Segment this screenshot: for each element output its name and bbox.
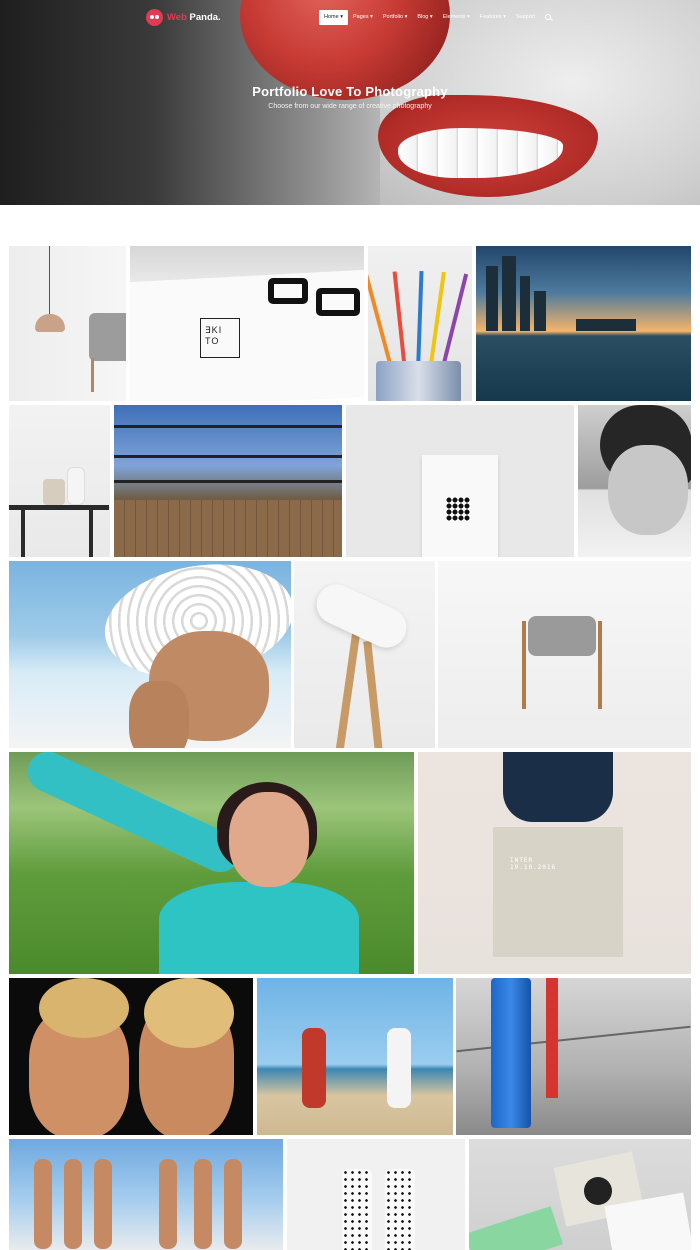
card-logo: ∃KI TO bbox=[200, 318, 240, 358]
lamp-cord bbox=[49, 246, 50, 316]
tower bbox=[520, 276, 530, 331]
lamp-leg bbox=[335, 631, 361, 748]
tower bbox=[502, 256, 516, 331]
gallery-item-bottles[interactable] bbox=[287, 1139, 465, 1250]
arm bbox=[129, 681, 189, 748]
nav-item-portfolio[interactable]: Portfolio ▾ bbox=[378, 10, 412, 25]
red-clothespin bbox=[546, 978, 558, 1098]
person-torso bbox=[503, 752, 613, 822]
railing bbox=[114, 425, 342, 428]
railing bbox=[114, 480, 342, 483]
gallery-item-beach[interactable] bbox=[257, 978, 453, 1135]
chair-legs bbox=[91, 358, 126, 392]
person-red-swimsuit bbox=[302, 1028, 326, 1108]
person bbox=[94, 1159, 112, 1249]
search-icon[interactable] bbox=[542, 10, 554, 25]
tower bbox=[534, 291, 546, 331]
blue-clothespin bbox=[491, 978, 531, 1128]
tote-bag bbox=[493, 827, 623, 957]
gallery-item-group[interactable] bbox=[9, 1139, 283, 1250]
gallery-item-stationery[interactable] bbox=[469, 1139, 691, 1250]
bottle bbox=[385, 1169, 415, 1250]
table-leg bbox=[21, 509, 25, 557]
hero-title: Portfolio Love To Photography bbox=[252, 84, 448, 99]
nav-item-features[interactable]: Features ▾ bbox=[475, 10, 511, 25]
person bbox=[194, 1159, 212, 1249]
site-logo[interactable]: Web Panda. bbox=[146, 8, 221, 26]
main-nav: Home ▾ Pages ▾ Portfolio ▾ Blog ▾ Elemen… bbox=[319, 10, 554, 25]
lamp-shade bbox=[35, 314, 65, 332]
gallery-item-pier[interactable] bbox=[114, 405, 342, 557]
brush bbox=[416, 270, 424, 372]
face bbox=[229, 792, 309, 887]
gallery-item-field[interactable] bbox=[9, 752, 414, 974]
tower bbox=[576, 319, 636, 331]
dot-grid bbox=[446, 497, 470, 521]
pier-deck bbox=[114, 500, 342, 557]
hero-subtitle: Choose from our wide range of creative p… bbox=[268, 103, 432, 110]
nav-item-blog[interactable]: Blog ▾ bbox=[412, 10, 437, 25]
hair bbox=[39, 978, 129, 1038]
shirt bbox=[159, 882, 359, 974]
brush-jar bbox=[376, 361, 461, 401]
person bbox=[64, 1159, 82, 1249]
jar bbox=[43, 479, 65, 505]
gallery-item-portrait[interactable] bbox=[578, 405, 691, 557]
nav-item-support[interactable]: Support bbox=[511, 10, 540, 25]
nav-item-home[interactable]: Home ▾ bbox=[319, 10, 348, 25]
gallery-item-desk-lamp[interactable] bbox=[294, 561, 435, 748]
outstretched-arm bbox=[21, 752, 247, 879]
lamp-leg bbox=[363, 640, 383, 748]
gallery-item-sun-hat[interactable] bbox=[9, 561, 291, 748]
bottle bbox=[342, 1169, 372, 1250]
nav-item-pages[interactable]: Pages ▾ bbox=[348, 10, 378, 25]
gallery-item-business-card[interactable]: ∃KI TO bbox=[130, 246, 364, 401]
gallery-item-armchair[interactable] bbox=[438, 561, 691, 748]
gallery-item-dot-card[interactable] bbox=[346, 405, 574, 557]
person bbox=[34, 1159, 52, 1249]
lamp-head bbox=[309, 577, 414, 655]
gallery-item-city[interactable] bbox=[476, 246, 691, 401]
face bbox=[608, 445, 688, 535]
person bbox=[224, 1159, 242, 1249]
brush bbox=[440, 273, 469, 372]
green-card bbox=[469, 1206, 563, 1250]
gallery-item-bikini[interactable] bbox=[9, 978, 253, 1135]
card-logo bbox=[584, 1177, 612, 1205]
chair-seat bbox=[528, 616, 596, 656]
nav-item-elements[interactable]: Elements ▾ bbox=[438, 10, 475, 25]
vase bbox=[67, 467, 85, 505]
hero-banner: Portfolio Love To Photography Choose fro… bbox=[0, 0, 700, 205]
person bbox=[159, 1159, 177, 1249]
brush bbox=[368, 273, 394, 372]
gallery-item-clothespin[interactable] bbox=[456, 978, 691, 1135]
gallery-item-tote[interactable]: INTER 19.10.2016 bbox=[418, 752, 691, 974]
gallery-item-lamp[interactable] bbox=[9, 246, 126, 401]
tote-text: INTER 19.10.2016 bbox=[510, 857, 557, 871]
hair bbox=[144, 978, 234, 1048]
glasses-lens-right bbox=[316, 288, 360, 316]
gallery-item-vase[interactable] bbox=[9, 405, 110, 557]
glasses-lens-left bbox=[268, 278, 308, 304]
armchair bbox=[89, 313, 126, 361]
gallery-item-brushes[interactable] bbox=[368, 246, 472, 401]
brand-name: Web Panda. bbox=[167, 11, 221, 23]
hero-caption: Portfolio Love To Photography Choose fro… bbox=[0, 84, 700, 110]
table-leg bbox=[89, 509, 93, 557]
brush bbox=[392, 271, 407, 372]
tower bbox=[486, 266, 498, 331]
person-white-swimsuit bbox=[387, 1028, 411, 1108]
railing bbox=[114, 455, 342, 458]
panda-icon bbox=[146, 8, 163, 26]
